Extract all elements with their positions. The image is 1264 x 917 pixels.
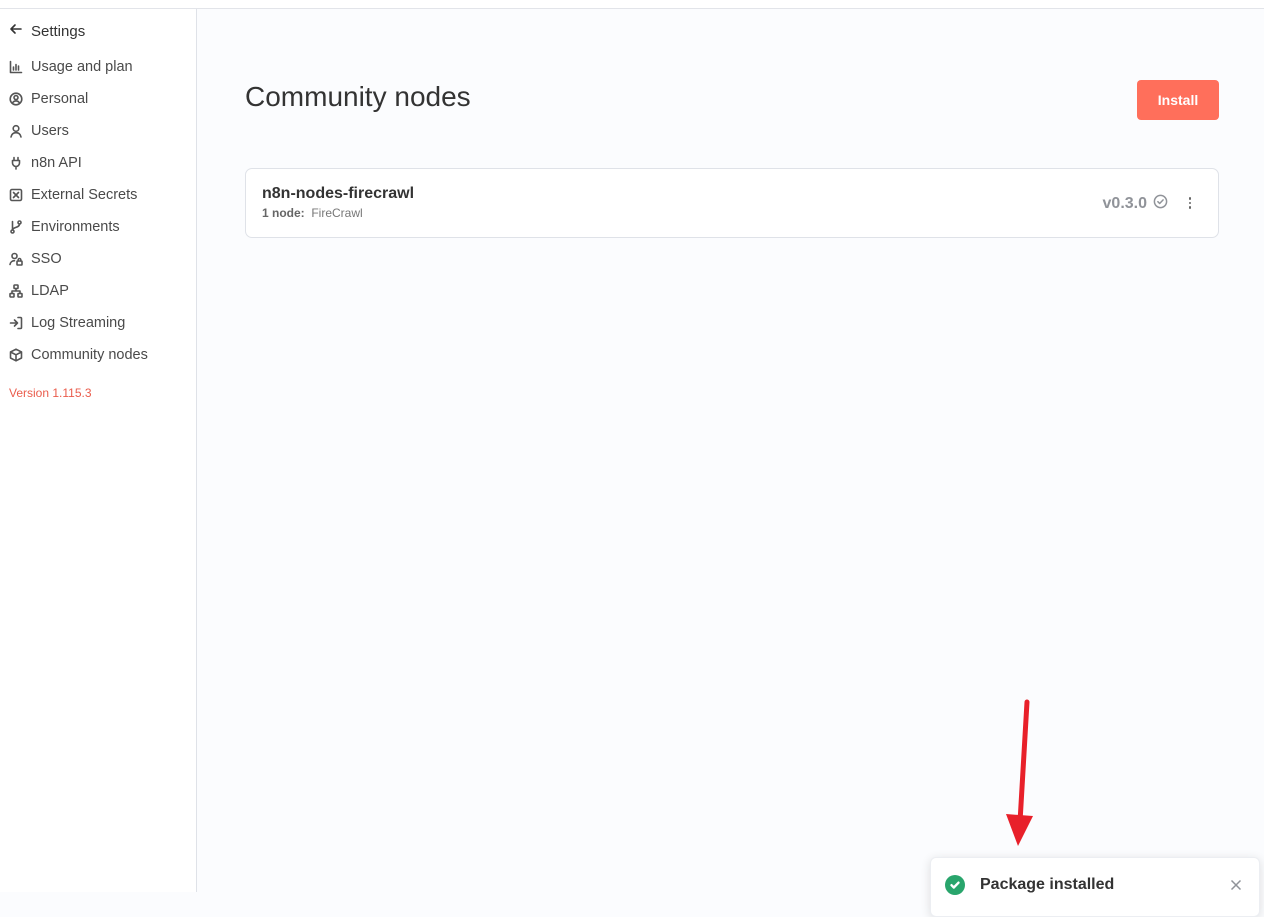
- package-card[interactable]: n8n-nodes-firecrawl 1 node: FireCrawl v0…: [245, 168, 1219, 238]
- sidebar-item-label: LDAP: [31, 283, 69, 299]
- sidebar-item-log-streaming[interactable]: Log Streaming: [0, 307, 196, 339]
- cube-icon: [9, 348, 23, 362]
- square-x-icon: [9, 188, 23, 202]
- sidebar-item-n8n-api[interactable]: n8n API: [0, 147, 196, 179]
- settings-heading: Settings: [31, 22, 86, 40]
- package-nodes: 1 node: FireCrawl: [262, 206, 363, 220]
- settings-nav: Usage and plan Personal Users n8n API Ex…: [0, 51, 196, 371]
- sidebar-item-community-nodes[interactable]: Community nodes: [0, 339, 196, 371]
- main-content: Community nodes Install n8n-nodes-firecr…: [197, 9, 1264, 892]
- package-options-icon[interactable]: [1184, 193, 1196, 213]
- package-node-count: 1 node:: [262, 206, 305, 220]
- package-version-label: v0.3.0: [1102, 195, 1147, 212]
- user-icon: [9, 124, 23, 138]
- package-node-list: FireCrawl: [311, 206, 363, 220]
- network-icon: [9, 284, 23, 298]
- sidebar-item-label: Community nodes: [31, 347, 148, 363]
- sidebar-item-label: n8n API: [31, 155, 82, 171]
- git-branch-icon: [9, 220, 23, 234]
- arrow-left-icon: [9, 22, 23, 41]
- annotation-arrow-icon: [1006, 699, 1033, 846]
- sidebar-item-personal[interactable]: Personal: [0, 83, 196, 115]
- install-button[interactable]: Install: [1137, 80, 1219, 120]
- page-title: Community nodes: [245, 81, 471, 112]
- sidebar-item-ldap[interactable]: LDAP: [0, 275, 196, 307]
- sidebar-item-label: Environments: [31, 219, 120, 235]
- success-toast: Package installed: [930, 857, 1260, 917]
- sidebar-item-label: Usage and plan: [31, 59, 133, 75]
- user-circle-icon: [9, 92, 23, 106]
- user-lock-icon: [9, 252, 23, 266]
- plug-icon: [9, 156, 23, 170]
- sidebar-item-label: Users: [31, 123, 69, 139]
- sidebar-item-users[interactable]: Users: [0, 115, 196, 147]
- package-version: v0.3.0: [1103, 194, 1168, 214]
- top-bar: [0, 0, 1264, 9]
- sidebar-item-label: Log Streaming: [31, 315, 126, 331]
- close-icon[interactable]: [1230, 878, 1244, 892]
- success-check-icon: [945, 875, 965, 895]
- sidebar-item-usage-and-plan[interactable]: Usage and plan: [0, 51, 196, 83]
- sidebar-item-environments[interactable]: Environments: [0, 211, 196, 243]
- settings-sidebar: Settings Usage and plan Personal Users n…: [0, 9, 197, 892]
- sidebar-item-sso[interactable]: SSO: [0, 243, 196, 275]
- chart-bar-icon: [9, 60, 23, 74]
- sidebar-item-label: SSO: [31, 251, 62, 267]
- package-name: n8n-nodes-firecrawl: [262, 185, 415, 202]
- toast-message: Package installed: [980, 876, 1115, 893]
- check-circle-icon: [1153, 194, 1168, 214]
- sidebar-item-external-secrets[interactable]: External Secrets: [0, 179, 196, 211]
- sidebar-item-label: External Secrets: [31, 187, 138, 203]
- back-to-settings[interactable]: Settings: [9, 20, 85, 42]
- sign-in-icon: [9, 316, 23, 330]
- app-version: Version 1.115.3: [9, 386, 92, 400]
- sidebar-item-label: Personal: [31, 91, 89, 107]
